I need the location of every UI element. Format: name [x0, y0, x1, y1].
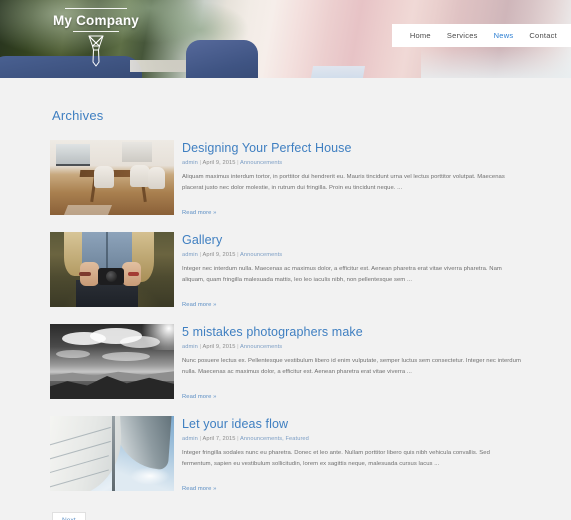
nav-item-home[interactable]: Home	[410, 31, 431, 40]
article-meta: admin | April 9, 2015 | Announcements	[182, 251, 521, 259]
page-body: Archives Designing Your Perfect House ad…	[0, 78, 571, 520]
nav-item-contact[interactable]: Contact	[529, 31, 557, 40]
next-page-button[interactable]: Next	[52, 512, 86, 520]
nav-item-services[interactable]: Services	[447, 31, 478, 40]
article-thumbnail-link[interactable]	[50, 232, 174, 307]
article-excerpt: Integer nec interdum nulla. Maecenas ac …	[182, 266, 502, 283]
article-author[interactable]: admin	[182, 436, 198, 442]
article-title[interactable]: Gallery	[182, 233, 521, 248]
article-author[interactable]: admin	[182, 252, 198, 258]
read-more-link[interactable]: Read more »	[182, 486, 216, 492]
article-thumbnail-link[interactable]	[50, 324, 174, 399]
article-list-item: 5 mistakes photographers make admin | Ap…	[50, 324, 521, 403]
article-categories[interactable]: Announcements	[240, 252, 282, 258]
hero-paper	[310, 66, 366, 78]
pagination: Next	[52, 509, 521, 520]
read-more-link[interactable]: Read more »	[182, 302, 216, 308]
article-excerpt: Integer fringilla sodales nunc eu pharet…	[182, 450, 490, 467]
article-date: April 9, 2015	[202, 344, 236, 350]
hero-banner: My Company Home Services News Contact	[0, 0, 571, 78]
article-title[interactable]: Let your ideas flow	[182, 417, 521, 432]
logo-text: My Company	[52, 13, 139, 28]
article-date: April 7, 2015	[202, 436, 236, 442]
article-excerpt: Aliquam maximus interdum tortor, in port…	[182, 174, 505, 191]
hero-chair-center	[186, 40, 258, 78]
main-navigation[interactable]: Home Services News Contact	[391, 24, 571, 47]
article-excerpt: Nunc posuere lectus ex. Pellentesque ves…	[182, 358, 521, 375]
article-body: 5 mistakes photographers make admin | Ap…	[174, 324, 521, 403]
logo-rule-bottom	[73, 31, 119, 32]
article-date: April 9, 2015	[202, 252, 236, 258]
article-meta: admin | April 7, 2015 | Announcements, F…	[182, 435, 521, 443]
article-thumbnail-link[interactable]	[50, 416, 174, 491]
article-body: Gallery admin | April 9, 2015 | Announce…	[174, 232, 521, 311]
article-meta: admin | April 9, 2015 | Announcements	[182, 159, 521, 167]
hero-desk-glow	[421, 48, 571, 78]
read-more-link[interactable]: Read more »	[182, 210, 216, 216]
article-date: April 9, 2015	[202, 160, 236, 166]
mountain-photo	[50, 324, 174, 399]
article-categories[interactable]: Announcements	[240, 160, 282, 166]
article-body: Let your ideas flow admin | April 7, 201…	[174, 416, 521, 495]
article-categories[interactable]: Announcements	[240, 344, 282, 350]
dining-room-photo	[50, 140, 174, 215]
camera-photo	[50, 232, 174, 307]
article-categories[interactable]: Announcements, Featured	[240, 436, 309, 442]
article-thumbnail-link[interactable]	[50, 140, 174, 215]
sailboat-photo	[50, 416, 174, 491]
article-title[interactable]: Designing Your Perfect House	[182, 141, 521, 156]
site-logo[interactable]: My Company	[52, 8, 140, 68]
article-list-item: Gallery admin | April 9, 2015 | Announce…	[50, 232, 521, 311]
article-title[interactable]: 5 mistakes photographers make	[182, 325, 521, 340]
article-meta: admin | April 9, 2015 | Announcements	[182, 343, 521, 351]
necktie-icon	[88, 35, 104, 67]
content-container: Archives Designing Your Perfect House ad…	[50, 78, 521, 520]
nav-item-news[interactable]: News	[494, 31, 514, 40]
article-body: Designing Your Perfect House admin | Apr…	[174, 140, 521, 219]
logo-rule-top	[65, 8, 127, 9]
article-list-item: Let your ideas flow admin | April 7, 201…	[50, 416, 521, 495]
article-author[interactable]: admin	[182, 344, 198, 350]
article-list-item: Designing Your Perfect House admin | Apr…	[50, 140, 521, 219]
read-more-link[interactable]: Read more »	[182, 394, 216, 400]
page-title: Archives	[52, 108, 104, 123]
article-author[interactable]: admin	[182, 160, 198, 166]
